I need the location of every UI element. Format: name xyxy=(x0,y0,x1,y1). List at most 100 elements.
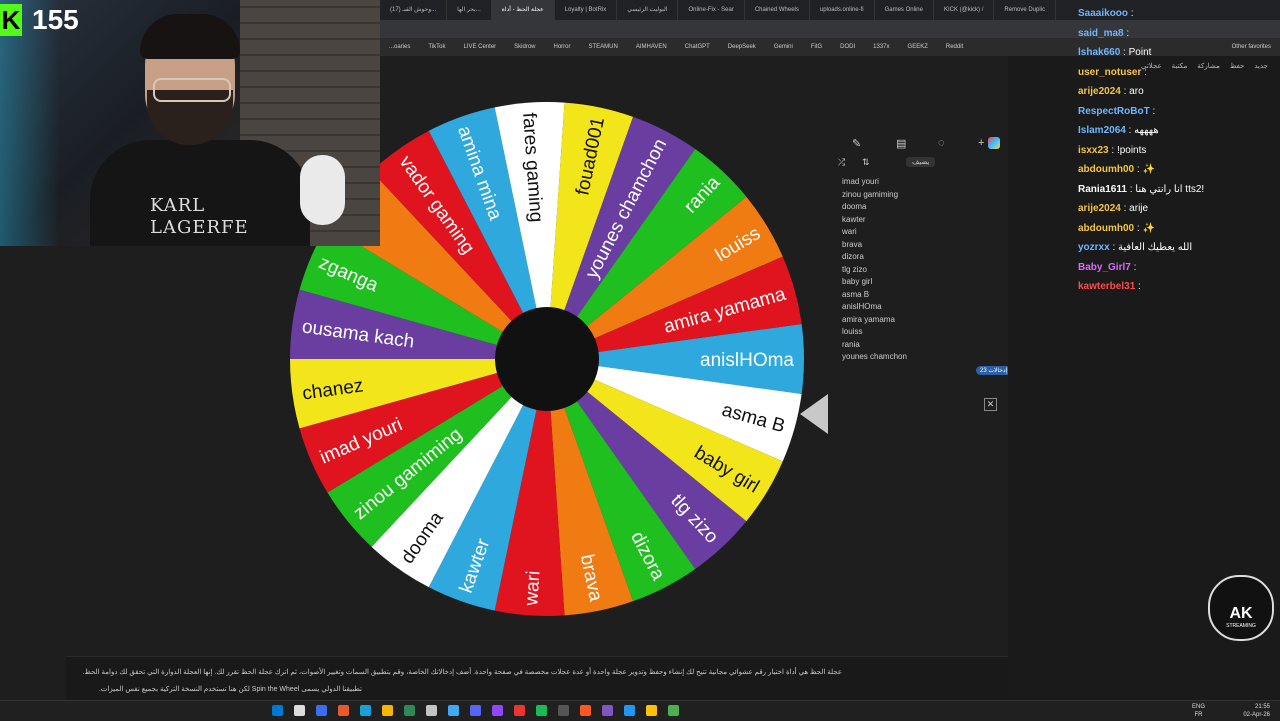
bookmark-item[interactable]: Gemini xyxy=(765,44,802,50)
wheel-menu-item[interactable]: مشاركة xyxy=(1197,62,1220,70)
browser-tab[interactable]: uploads.online-fi xyxy=(810,0,875,20)
add-button[interactable]: يضيف xyxy=(906,157,936,167)
browser-tab[interactable]: (17) وحوش القبـ... xyxy=(380,0,448,20)
entry-item[interactable]: tlg zizo xyxy=(836,264,1008,277)
entry-item[interactable]: brava xyxy=(836,239,1008,252)
language-indicator[interactable]: ENG FR xyxy=(1192,703,1205,719)
entry-item[interactable]: louiss xyxy=(836,326,1008,339)
clock[interactable]: 21:55 02-Apr-26 xyxy=(1243,703,1270,719)
chat-username[interactable]: arije2024 xyxy=(1078,86,1121,97)
taskbar-app-icon[interactable] xyxy=(316,705,327,716)
chat-username[interactable]: Baby_Girl7 xyxy=(1078,262,1131,273)
taskbar-app-icon[interactable] xyxy=(580,705,591,716)
chat-username[interactable]: isxx23 xyxy=(1078,145,1109,156)
chat-message: RespectRoBoT : xyxy=(1078,105,1156,117)
wheel-center[interactable] xyxy=(495,307,599,411)
taskbar-app-icon[interactable] xyxy=(360,705,371,716)
color-icon[interactable] xyxy=(988,137,1000,149)
bookmark-item[interactable]: FitG xyxy=(802,44,831,50)
browser-tab[interactable]: Loyalty | BotRix xyxy=(555,0,618,20)
wheel-menu-item[interactable]: حفظ xyxy=(1230,62,1245,70)
taskbar-app-icon[interactable] xyxy=(602,705,613,716)
sort-icon[interactable]: ⇅ xyxy=(862,157,870,168)
bookmark-item[interactable]: TikTok xyxy=(419,44,454,50)
browser-tab[interactable]: Chained Wheels xyxy=(745,0,810,20)
bookmark-item[interactable]: AIMHAVEN xyxy=(627,44,676,50)
chat-username[interactable]: Islam2064 xyxy=(1078,125,1126,136)
browser-tab[interactable]: بحر الها... xyxy=(447,0,492,20)
bookmark-item[interactable]: STEAMUN xyxy=(580,44,627,50)
entry-item[interactable]: dooma xyxy=(836,201,1008,214)
wheel-menu-item[interactable]: مكتبة xyxy=(1172,62,1188,70)
taskbar-app-icon[interactable] xyxy=(272,705,283,716)
chat-username[interactable]: arije2024 xyxy=(1078,203,1121,214)
chat-message: kawterbel31 : xyxy=(1078,281,1141,292)
taskbar-app-icon[interactable] xyxy=(448,705,459,716)
browser-tab[interactable]: عجلة الحظ - أداة xyxy=(491,0,555,20)
bookmark-item[interactable]: GEEKZ xyxy=(899,44,937,50)
taskbar-app-icon[interactable] xyxy=(382,705,393,716)
address-bar[interactable] xyxy=(380,20,1280,38)
taskbar-app-icon[interactable] xyxy=(668,705,679,716)
chat-username[interactable]: Saaaikooo xyxy=(1078,8,1128,19)
entry-item[interactable]: imad youri xyxy=(836,176,1008,189)
taskbar-app-icon[interactable] xyxy=(470,705,481,716)
entry-item[interactable]: zinou gamiming xyxy=(836,189,1008,202)
bookmark-item[interactable]: ...oaries xyxy=(380,44,419,50)
entry-item[interactable]: wari xyxy=(836,226,1008,239)
webcam-overlay: KARL LAGERFE K 155 xyxy=(0,0,380,246)
shuffle-icon[interactable]: ⤮ xyxy=(838,157,845,168)
bookmark-item[interactable]: 1337x xyxy=(864,44,898,50)
entry-item[interactable]: amira yamama xyxy=(836,314,1008,327)
chat-username[interactable]: yozrxx xyxy=(1078,242,1110,253)
add-icon[interactable]: + xyxy=(978,137,984,149)
chat-username[interactable]: kawterbel31 xyxy=(1078,281,1135,292)
taskbar-app-icon[interactable] xyxy=(558,705,569,716)
wheel-menu-item[interactable]: جديد xyxy=(1254,62,1268,70)
taskbar-app-icon[interactable] xyxy=(338,705,349,716)
chat-username[interactable]: lshak660 xyxy=(1078,47,1120,58)
chat-username[interactable]: user_notuser xyxy=(1078,67,1141,78)
taskbar-app-icon[interactable] xyxy=(646,705,657,716)
other-favorites[interactable]: Other favorites xyxy=(1223,44,1280,50)
glasses xyxy=(153,78,231,102)
browser-tab[interactable]: Remove Duplic xyxy=(994,0,1057,20)
chat-username[interactable]: Rania1611 xyxy=(1078,184,1127,195)
bookmark-item[interactable]: Reddit xyxy=(937,44,972,50)
bookmark-item[interactable]: DeepSeek xyxy=(719,44,765,50)
bookmark-item[interactable]: Horror xyxy=(545,44,580,50)
entry-item[interactable]: anislHOma xyxy=(836,301,1008,314)
taskbar-app-icon[interactable] xyxy=(294,705,305,716)
browser-tab[interactable]: البوليت الرئيسي xyxy=(617,0,679,20)
chat-text: !points xyxy=(1116,144,1147,156)
close-icon[interactable]: ✕ xyxy=(984,398,997,411)
chat-text: arije xyxy=(1129,203,1149,214)
chat-username[interactable]: said_ma8 xyxy=(1078,28,1124,39)
taskbar-app-icon[interactable] xyxy=(404,705,415,716)
edit-icon[interactable]: ✎ xyxy=(852,137,861,150)
entry-item[interactable]: younes chamchon xyxy=(836,351,1008,364)
chat-username[interactable]: abdoumh00 xyxy=(1078,223,1134,234)
chat-username[interactable]: RespectRoBoT xyxy=(1078,106,1150,117)
taskbar-app-icon[interactable] xyxy=(426,705,437,716)
taskbar-app-icon[interactable] xyxy=(492,705,503,716)
browser-tab[interactable]: Games Online xyxy=(875,0,934,20)
bookmark-item[interactable]: DODI xyxy=(831,44,864,50)
entry-item[interactable]: baby girl xyxy=(836,276,1008,289)
hide-icon[interactable]: ◌ xyxy=(938,137,945,149)
taskbar-app-icon[interactable] xyxy=(624,705,635,716)
browser-tab[interactable]: Online-Fix - Sear xyxy=(678,0,745,20)
chat-username[interactable]: abdoumh00 xyxy=(1078,164,1134,175)
bookmark-item[interactable]: LIVE Center xyxy=(454,44,505,50)
entry-item[interactable]: asma B xyxy=(836,289,1008,302)
bookmark-item[interactable]: Skidrow xyxy=(505,44,544,50)
taskbar-app-icon[interactable] xyxy=(536,705,547,716)
entries-list[interactable]: imad youri zinou gamiming dooma kawter wari b… xyxy=(836,176,1010,366)
entry-item[interactable]: rania xyxy=(836,339,1008,352)
paste-icon[interactable]: ▤ xyxy=(896,137,906,150)
entry-item[interactable]: dizora xyxy=(836,251,1008,264)
bookmark-item[interactable]: ChatGPT xyxy=(676,44,719,50)
taskbar-app-icon[interactable] xyxy=(514,705,525,716)
browser-tab[interactable]: KICK (@kick) / xyxy=(934,0,995,20)
entry-item[interactable]: kawter xyxy=(836,214,1008,227)
